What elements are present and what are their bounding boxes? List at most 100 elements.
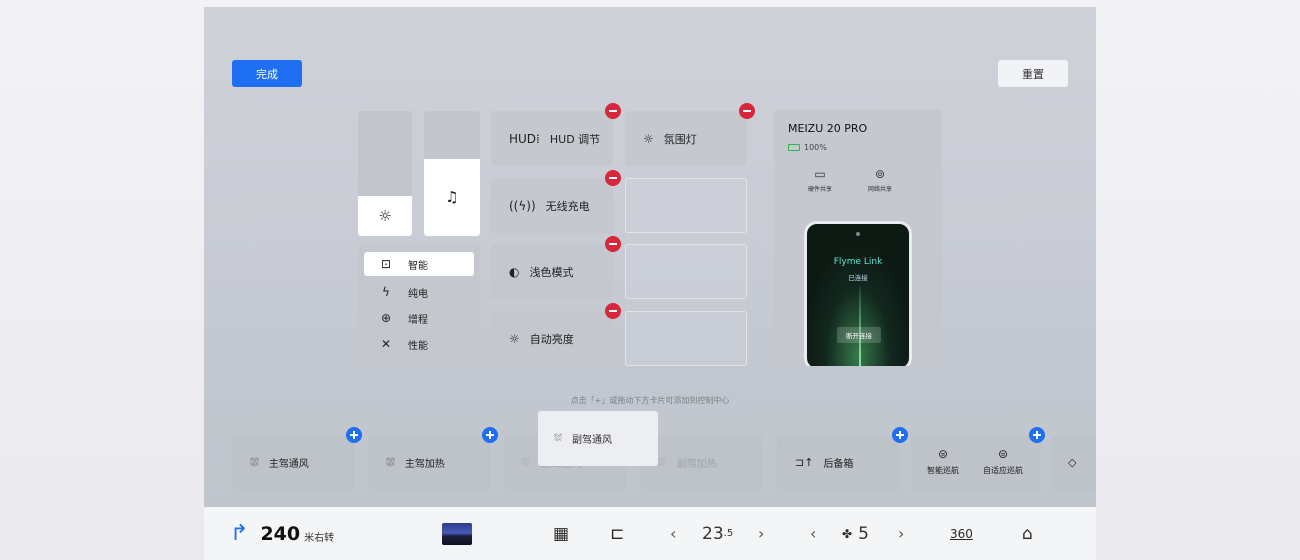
- empty-slot: [625, 311, 747, 366]
- brightness-slider-fill: ☼: [358, 196, 412, 236]
- battery-level: 100%: [804, 143, 827, 152]
- fan-icon: ✤: [842, 526, 853, 541]
- drive-mode-list: ⊡ 智能 ϟ 纯电 ⊕ 增程 ✕ 性能: [358, 244, 480, 366]
- mode-range-extend[interactable]: ⊕ 增程: [364, 306, 474, 330]
- trunk-icon: ⊐↑: [795, 456, 814, 469]
- link-beam: [859, 286, 861, 366]
- mode-label: 增程: [408, 314, 428, 326]
- fan-decrease-button[interactable]: ‹: [810, 507, 816, 560]
- chevron-left-icon: ‹: [670, 524, 677, 543]
- volume-slider[interactable]: ♫: [424, 111, 480, 236]
- disconnect-button[interactable]: 断开连接: [837, 327, 881, 343]
- distance-value: 240: [260, 522, 301, 545]
- electric-bolt-icon: ϟ: [382, 285, 390, 299]
- available-driver-heat[interactable]: ⛆ 主驾加热: [368, 435, 490, 490]
- adaptive-cruise: ⊜ 自适应巡航: [977, 447, 1029, 476]
- seat-vent-icon: ⛆: [554, 433, 562, 444]
- light-mode-icon: ◐: [509, 264, 520, 279]
- parking-button[interactable]: ⌂: [1022, 507, 1033, 560]
- empty-slot: [625, 244, 747, 299]
- cruise-icon: ⊜: [937, 447, 949, 461]
- distance-unit: 米右转: [304, 533, 335, 544]
- grid-icon: ▦: [553, 523, 570, 544]
- hud-icon: HUD⁞: [509, 131, 540, 146]
- remove-auto-brightness-button[interactable]: [605, 303, 621, 319]
- battery-status: 100%: [788, 143, 827, 152]
- seat-vent-icon: ⛆: [250, 455, 259, 469]
- sun-icon: ☼: [378, 207, 392, 225]
- mode-smart[interactable]: ⊡ 智能: [364, 252, 474, 276]
- fan-increase-button[interactable]: ›: [898, 507, 904, 560]
- phone-image: Flyme Link 已连接 断开连接: [804, 221, 912, 366]
- available-driver-vent[interactable]: ⛆ 主驾通风: [232, 435, 354, 490]
- tile-hud[interactable]: HUD⁞ HUD 调节: [491, 111, 613, 166]
- available-more[interactable]: ◇: [1052, 435, 1096, 490]
- mode-electric[interactable]: ϟ 纯电: [364, 280, 474, 304]
- right-backdrop: [1096, 0, 1300, 560]
- adaptive-cruise-icon: ⊜: [997, 447, 1009, 461]
- add-cruise-button[interactable]: [1029, 427, 1045, 443]
- temperature-value: 23: [702, 523, 724, 544]
- tile-label: 副驾通风: [572, 435, 612, 446]
- tile-light-mode[interactable]: ◐ 浅色模式: [491, 244, 613, 299]
- media-thumbnail[interactable]: [442, 507, 472, 560]
- wireless-charge-icon: ((ϟ)): [509, 198, 536, 213]
- camera-dot: [856, 232, 860, 236]
- temp-increase-button[interactable]: ›: [758, 507, 764, 560]
- performance-icon: ✕: [380, 337, 392, 351]
- seat-heat-icon: ⛆: [658, 455, 667, 469]
- reset-button[interactable]: 重置: [998, 60, 1068, 87]
- navigation-hint[interactable]: ↱ 240 米右转: [230, 507, 334, 560]
- smart-cruise: ⊜ 智能巡航: [917, 447, 969, 476]
- tile-label: 主驾通风: [268, 459, 309, 470]
- mode-label: 纯电: [408, 288, 428, 300]
- tile-ambient-light[interactable]: ☼ 氛围灯: [625, 111, 747, 166]
- network-share-label: 网络共享: [867, 186, 892, 193]
- tile-label: 主驾加热: [404, 459, 445, 470]
- temperature-decimal: .5: [723, 528, 734, 539]
- apps-button[interactable]: ▦: [553, 507, 569, 560]
- tile-auto-brightness[interactable]: ☼ 自动亮度: [491, 311, 613, 366]
- remove-ambient-light-button[interactable]: [739, 103, 755, 119]
- dragging-passenger-vent[interactable]: ⛆ 副驾通风: [538, 411, 658, 466]
- add-driver-heat-button[interactable]: [482, 427, 498, 443]
- add-driver-vent-button[interactable]: [346, 427, 362, 443]
- tile-label: 浅色模式: [529, 265, 574, 279]
- phone-link-card[interactable]: MEIZU 20 PRO 100% ▭ 硬件共享 ⊚ 网络共享 Flyme Li…: [774, 110, 942, 366]
- available-trunk[interactable]: ⊐↑ 后备箱: [777, 435, 899, 490]
- available-cruise[interactable]: ⊜ 智能巡航 ⊜ 自适应巡航: [911, 435, 1041, 490]
- hardware-share-button[interactable]: ▭ 硬件共享: [800, 167, 840, 193]
- network-share-button[interactable]: ⊚ 网络共享: [860, 167, 900, 193]
- car-button[interactable]: ⊏: [610, 507, 624, 560]
- seat-vent-icon: ⛆: [522, 455, 531, 469]
- control-center-editor: 完成 重置 ☼ ♫ ⊡ 智能 ϟ 纯电 ⊕ 增程 ✕ 性能 HUD⁞ HUD 调…: [204, 7, 1096, 560]
- tile-label: 副驾加热: [676, 459, 717, 470]
- hotspot-icon: ⊚: [874, 167, 886, 181]
- available-passenger-heat[interactable]: ⛆ 副驾加热: [640, 435, 762, 490]
- car-icon: ⊏: [610, 523, 625, 544]
- done-button[interactable]: 完成: [232, 60, 302, 87]
- device-name: MEIZU 20 PRO: [788, 122, 868, 135]
- smart-cruise-label: 智能巡航: [927, 466, 959, 475]
- brightness-slider[interactable]: ☼: [358, 111, 412, 236]
- remove-light-mode-button[interactable]: [605, 236, 621, 252]
- bottom-dock: ↱ 240 米右转 ▦ ⊏ ‹ 23.5 › ‹ ✤ 5 › 360 ⌂: [204, 507, 1096, 560]
- auto-brightness-icon: ☼: [509, 331, 520, 346]
- mode-label: 性能: [408, 340, 428, 352]
- temp-decrease-button[interactable]: ‹: [670, 507, 676, 560]
- add-hint: 点击「+」或拖动下方卡片可添加到控制中心: [570, 396, 730, 405]
- hardware-share-label: 硬件共享: [807, 186, 832, 193]
- chevron-right-icon: ›: [758, 524, 765, 543]
- tile-label: 无线充电: [545, 199, 590, 213]
- smart-mode-icon: ⊡: [380, 257, 392, 271]
- remove-wireless-charge-button[interactable]: [605, 170, 621, 186]
- add-trunk-button[interactable]: [892, 427, 908, 443]
- tile-wireless-charge[interactable]: ((ϟ)) 无线充电: [491, 178, 613, 233]
- turn-right-icon: ↱: [230, 521, 249, 546]
- remove-hud-button[interactable]: [605, 103, 621, 119]
- tile-label: HUD 调节: [549, 132, 601, 146]
- devices-icon: ▭: [814, 167, 826, 181]
- temperature-display: 23.5: [702, 507, 733, 560]
- view-360-button[interactable]: 360: [950, 507, 973, 560]
- mode-performance[interactable]: ✕ 性能: [364, 332, 474, 356]
